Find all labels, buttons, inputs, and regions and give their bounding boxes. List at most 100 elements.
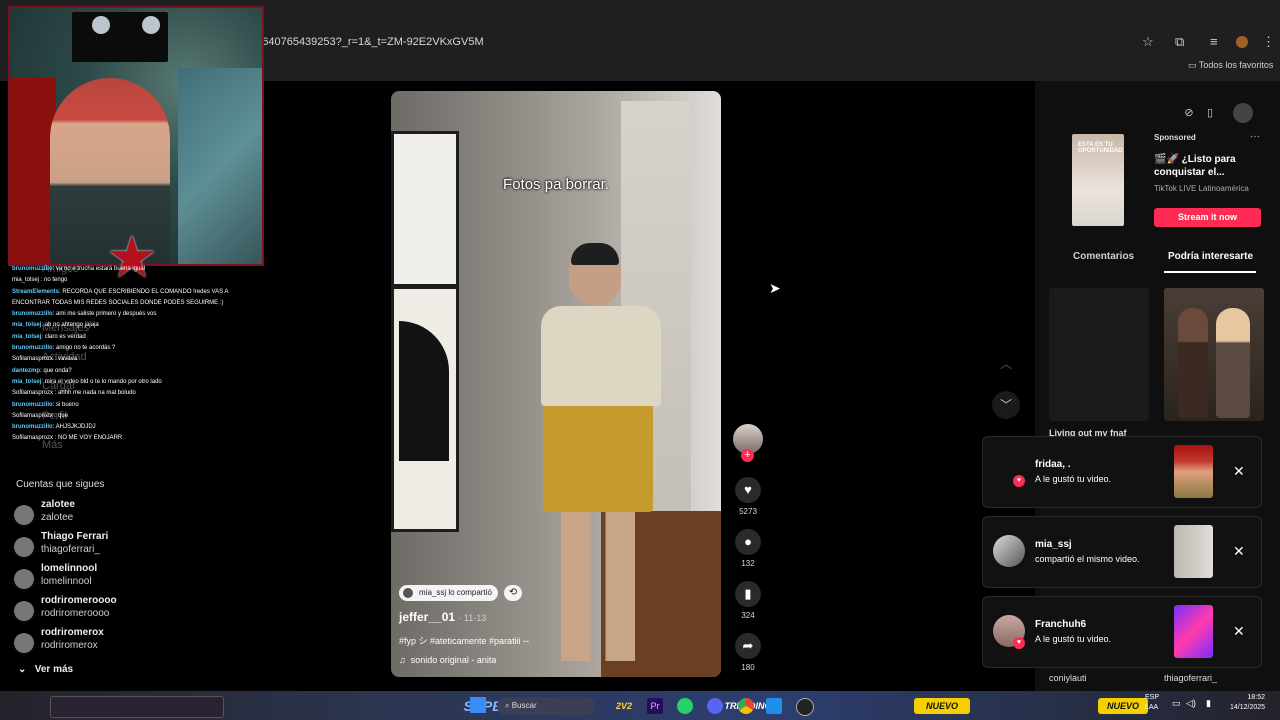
notification-toast[interactable]: mia_ssj compartió el mismo video. ✕ [982, 516, 1262, 588]
chat-message: Sofilamasprozx : que [12, 411, 262, 422]
notification-toast[interactable]: ♥ fridaa, . A le gustó tu video. ✕ [982, 436, 1262, 508]
shared-by-label: mia_ssj lo compartió [419, 588, 492, 597]
network-icon[interactable]: ▭ [1172, 698, 1181, 709]
taskbar-game-tile[interactable]: NUEVO [914, 698, 970, 714]
account-handle: lomelinnool [41, 576, 92, 587]
url-text: 74640765439253?_r=1&_t=ZM-92E2VKxGV5M [250, 36, 484, 48]
notification-name: Franchuh6 [1035, 619, 1087, 630]
chevron-down-icon: ⌄ [18, 664, 30, 675]
close-icon[interactable]: ✕ [1233, 463, 1245, 480]
chrome-icon[interactable] [738, 698, 754, 714]
windows-start-icon[interactable] [470, 697, 486, 713]
suggested-video[interactable] [1164, 288, 1264, 421]
save-action[interactable]: ▮ 324 [734, 581, 762, 620]
file-explorer-icon[interactable] [766, 698, 782, 714]
profile-icon[interactable] [1236, 36, 1248, 48]
avatar [14, 505, 34, 525]
close-icon[interactable]: ✕ [1233, 623, 1245, 640]
chat-username: brunomuzzillo [12, 311, 53, 318]
notification-action: A le gustó tu video. [1035, 474, 1112, 484]
notification-toast[interactable]: ♥ Franchuh6 A le gustó tu video. ✕ [982, 596, 1262, 668]
app-icon[interactable] [796, 698, 814, 716]
video-caption[interactable]: #fyp シ #ateticamente #paratiii -- [399, 634, 529, 647]
taskbar-game-tile[interactable] [50, 696, 224, 718]
star-icon[interactable]: ☆ [1142, 34, 1154, 50]
ad-title[interactable]: 🎬🚀 ¿Listo para conquistar el... [1154, 153, 1264, 179]
tab-suggestions[interactable]: Podría interesarte [1168, 251, 1253, 262]
taskbar-game-tile[interactable]: NUEVO [1098, 698, 1148, 714]
video-sound[interactable]: ♫ sonido original - anita [399, 655, 496, 665]
comment-action[interactable]: ● 132 [734, 529, 762, 568]
cast-icon[interactable]: ⊘ [1180, 104, 1198, 122]
taskbar-clock[interactable]: 18:52 14/12/2025 [1230, 693, 1265, 713]
following-account[interactable]: lomelinnool lomelinnool [14, 563, 214, 595]
video-author[interactable]: jeffer__01 · 11-13 [399, 610, 486, 624]
volume-icon[interactable]: ◁) [1186, 698, 1196, 709]
video-date: · 11-13 [458, 613, 487, 623]
see-more-button[interactable]: ⌄ Ver más [18, 664, 73, 675]
avatar [14, 537, 34, 557]
user-avatar-icon[interactable] [1233, 103, 1253, 123]
chat-text: Sofilamasprozx : NO ME VOY ENOJARR [12, 435, 123, 442]
chat-message: brunomuzzillo: amigo no te acordás ? [12, 343, 262, 354]
chat-message: mia_tolsej : no tengo [12, 275, 262, 286]
following-account[interactable]: Thiago Ferrari thiagoferrari_ [14, 531, 214, 563]
avatar [993, 535, 1025, 567]
chevron-down-icon[interactable]: ﹀ [992, 391, 1020, 419]
bookmarks-label: Todos los favoritos [1198, 60, 1274, 70]
webcam-light [92, 16, 110, 34]
taskbar-search[interactable]: ⌕ Buscar [497, 697, 595, 715]
following-account[interactable]: rodriromeroooo rodriromeroooo [14, 595, 214, 627]
account-name: zalotee [41, 499, 75, 510]
following-account[interactable]: zalotee zalotee [14, 499, 214, 531]
music-note-icon: ♫ [399, 655, 409, 665]
battery-icon[interactable]: ▮ [1206, 698, 1211, 709]
comment-icon[interactable]: ● [735, 529, 761, 555]
language-indicator[interactable]: ESP LAA [1145, 693, 1159, 713]
heart-icon[interactable]: ♥ [735, 477, 761, 503]
bookmark-icon[interactable]: ▮ [735, 581, 761, 607]
repost-icon[interactable]: ⟲ [504, 585, 522, 601]
following-account[interactable]: rodriromerox rodriromerox [14, 627, 214, 659]
share-action[interactable]: ➦ 180 [734, 633, 762, 672]
whatsapp-icon[interactable] [677, 698, 693, 714]
kebab-menu-icon[interactable]: ⋮ [1262, 34, 1275, 50]
shared-by-pill[interactable]: mia_ssj lo compartió [399, 585, 498, 601]
save-count: 324 [741, 611, 755, 620]
notification-action: A le gustó tu video. [1035, 634, 1112, 644]
notification-name: fridaa, . [1035, 459, 1071, 470]
search-label: Buscar [511, 701, 537, 710]
chat-text: : va no e trucha estará buena igual [52, 266, 146, 272]
more-options-icon[interactable]: ··· [1250, 131, 1260, 142]
avatar [14, 601, 34, 621]
suggested-author[interactable]: coniylauti [1049, 673, 1087, 683]
chevron-up-icon[interactable]: ︿ [992, 350, 1020, 378]
address-bar[interactable]: 74640765439253?_r=1&_t=ZM-92E2VKxGV5M [250, 30, 1280, 54]
stream-now-button[interactable]: Stream it now [1154, 208, 1261, 227]
like-action[interactable]: ♥ 5273 [734, 477, 762, 516]
chat-text: : AHJSJKJDJDJ [52, 424, 96, 431]
device-icon[interactable]: ▯ [1201, 104, 1219, 122]
suggested-author[interactable]: thiagoferrari_ [1164, 673, 1217, 683]
notification-thumbnail[interactable] [1174, 525, 1213, 578]
taskbar-game-tile[interactable]: 2V2 [604, 696, 644, 716]
author-name: jeffer__01 [399, 610, 456, 624]
avatar [14, 569, 34, 589]
suggested-video[interactable] [1049, 288, 1149, 421]
queue-icon[interactable]: ≡ [1210, 34, 1218, 49]
all-bookmarks[interactable]: ▭ Todos los favoritos [1188, 60, 1273, 71]
follow-plus-icon[interactable]: + [741, 449, 754, 462]
premiere-icon[interactable]: Pr [647, 698, 663, 714]
notification-thumbnail[interactable] [1174, 445, 1213, 498]
notification-thumbnail[interactable] [1174, 605, 1213, 658]
chat-text: : RECORDA QUE ESCRIBIENDO EL COMANDO !re… [59, 288, 229, 295]
chat-message: mia_tolsej: mira el video bld o te lo ma… [12, 377, 262, 388]
extensions-icon[interactable]: ⧉ [1175, 34, 1184, 50]
close-icon[interactable]: ✕ [1233, 543, 1245, 560]
sound-label: sonido original - anita [410, 655, 497, 665]
chat-username: brunomuzzillo [12, 401, 53, 408]
share-icon[interactable]: ➦ [735, 633, 761, 659]
ad-thumbnail[interactable]: ESTA ES TU OPORTUNIDAD [1072, 134, 1124, 226]
tab-comments[interactable]: Comentarios [1073, 251, 1134, 262]
chat-username: mia_tolsej [12, 322, 42, 329]
